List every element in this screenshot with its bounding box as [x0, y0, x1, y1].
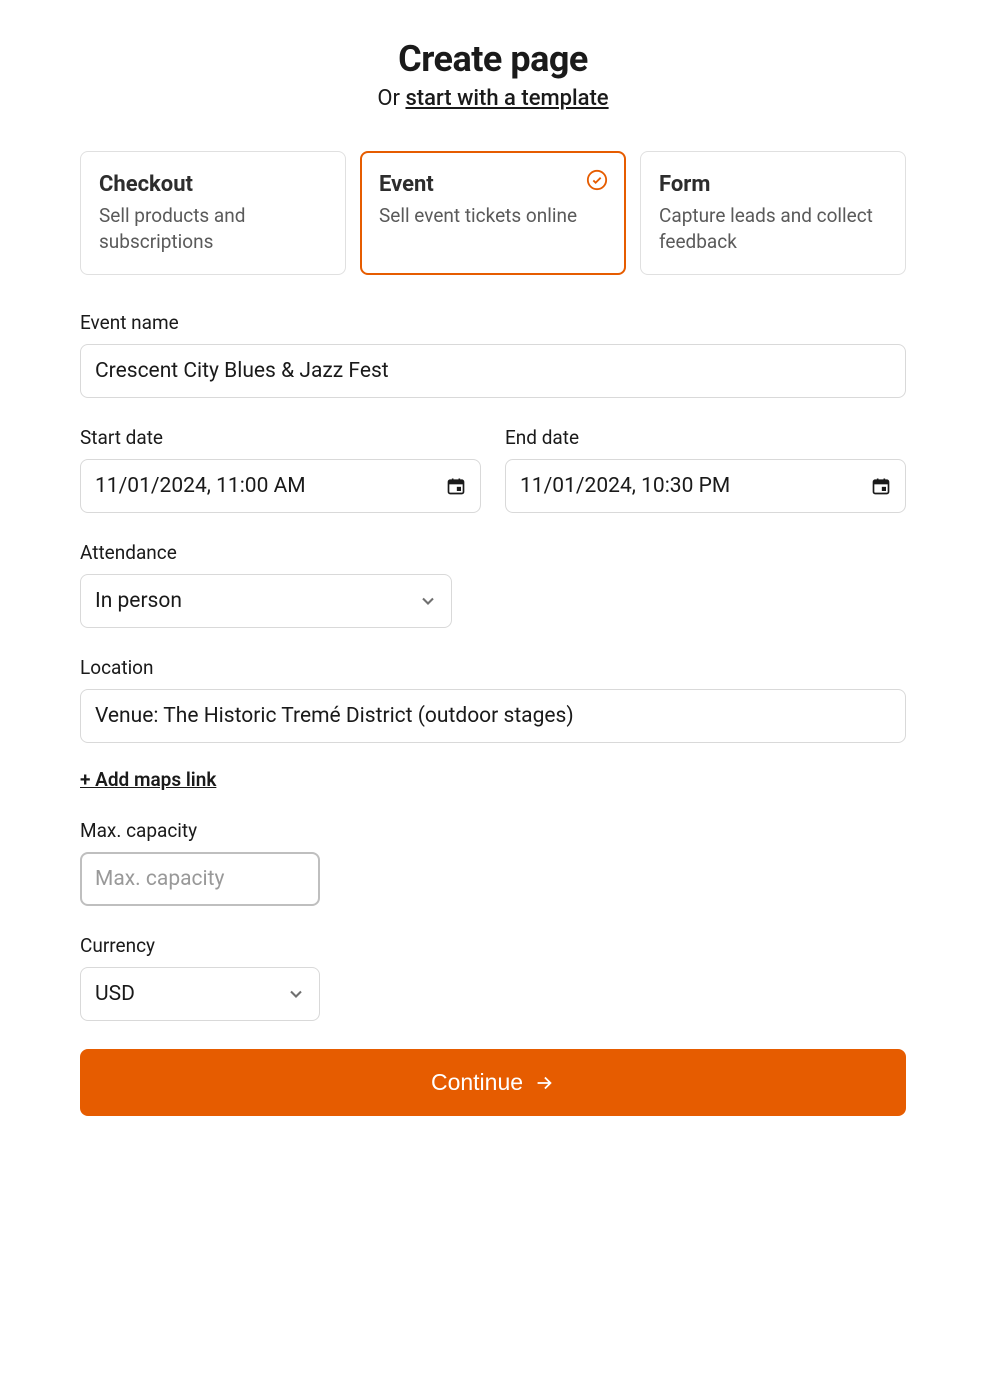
subtitle: Or start with a template: [80, 86, 906, 111]
start-date-label: Start date: [80, 426, 481, 449]
calendar-icon: [871, 476, 891, 496]
event-name-label: Event name: [80, 311, 906, 334]
type-card-checkout[interactable]: Checkout Sell products and subscriptions: [80, 151, 346, 275]
type-card-desc: Sell products and subscriptions: [99, 203, 327, 254]
subtitle-prefix: Or: [377, 86, 405, 111]
page-type-cards: Checkout Sell products and subscriptions…: [80, 151, 906, 275]
type-card-desc: Capture leads and collect feedback: [659, 203, 887, 254]
continue-button-label: Continue: [431, 1069, 523, 1096]
template-link[interactable]: start with a template: [405, 86, 608, 111]
start-date-input[interactable]: [80, 459, 481, 513]
arrow-right-icon: [533, 1072, 555, 1094]
type-card-desc: Sell event tickets online: [379, 203, 607, 229]
currency-label: Currency: [80, 934, 906, 957]
attendance-select[interactable]: In person: [80, 574, 452, 628]
location-label: Location: [80, 656, 906, 679]
page-title: Create page: [80, 38, 906, 80]
end-date-label: End date: [505, 426, 906, 449]
type-card-form[interactable]: Form Capture leads and collect feedback: [640, 151, 906, 275]
currency-select[interactable]: USD: [80, 967, 320, 1021]
type-card-title: Form: [659, 172, 887, 197]
location-input[interactable]: [80, 689, 906, 743]
capacity-label: Max. capacity: [80, 819, 906, 842]
capacity-input[interactable]: [80, 852, 320, 906]
continue-button[interactable]: Continue: [80, 1049, 906, 1116]
event-name-input[interactable]: [80, 344, 906, 398]
type-card-event[interactable]: Event Sell event tickets online: [360, 151, 626, 275]
type-card-title: Checkout: [99, 172, 327, 197]
attendance-label: Attendance: [80, 541, 906, 564]
calendar-icon: [446, 476, 466, 496]
add-maps-link[interactable]: + Add maps link: [80, 768, 216, 791]
check-circle-icon: [586, 169, 608, 191]
start-date-text[interactable]: [95, 474, 446, 498]
end-date-input[interactable]: [505, 459, 906, 513]
type-card-title: Event: [379, 172, 607, 197]
end-date-text[interactable]: [520, 474, 871, 498]
